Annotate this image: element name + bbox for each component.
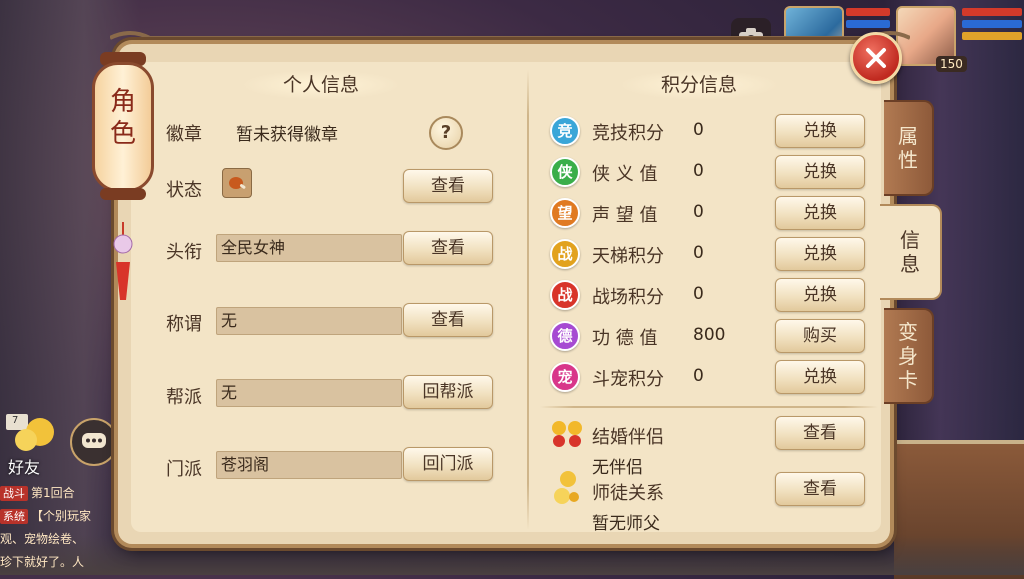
close-button[interactable] [850, 32, 902, 84]
hero-mp-bar [962, 20, 1022, 28]
hero-hp-bar [962, 8, 1022, 16]
tab-info[interactable]: 信息 [880, 204, 942, 300]
badge-value: 暂未获得徽章 [236, 125, 338, 145]
points-row-value: 800 [693, 325, 726, 345]
guild-value: 无 [216, 379, 402, 407]
chat-text: 珍下就好了。人 [0, 555, 85, 569]
chat-text: 观、宠物绘卷、 [0, 532, 85, 546]
points-row-button[interactable]: 兑换 [775, 114, 865, 148]
return-guild-button[interactable]: 回帮派 [403, 375, 493, 409]
close-icon [866, 48, 886, 68]
points-row-button[interactable]: 兑换 [775, 360, 865, 394]
points-row-value: 0 [693, 366, 704, 386]
friend-label[interactable]: 好友 [8, 454, 40, 478]
points-row-icon: 侠 [550, 157, 580, 187]
points-row-button[interactable]: 兑换 [775, 278, 865, 312]
points-row-name: 斗宠积分 [592, 369, 664, 390]
points-row-value: 0 [693, 120, 704, 140]
marriage-icon [550, 419, 584, 453]
friend-avatar[interactable]: 7 [4, 410, 58, 454]
points-row-name: 战场积分 [592, 287, 664, 308]
mentor-view-button[interactable]: 查看 [775, 472, 865, 506]
marriage-value: 无伴侣 [592, 458, 643, 478]
chat-text: 【个别玩家 [31, 509, 92, 523]
tab-label: 变身卡 [898, 320, 918, 392]
points-row-value: 0 [693, 284, 704, 304]
lantern-base [100, 188, 146, 200]
marriage-view-button[interactable]: 查看 [775, 416, 865, 450]
lantern-char: 角 [109, 87, 136, 117]
points-row-value: 0 [693, 202, 704, 222]
title-label: 称谓 [166, 314, 202, 335]
tassel-icon [113, 222, 133, 300]
points-info-title: 积分信息 [619, 70, 779, 100]
points-row-name: 竞技积分 [592, 123, 664, 144]
points-row-button[interactable]: 兑换 [775, 237, 865, 271]
points-row-button[interactable]: 购买 [775, 319, 865, 353]
points-row-icon: 战 [550, 280, 580, 310]
pet-mp-bar [846, 20, 890, 28]
title-view-button[interactable]: 查看 [403, 303, 493, 337]
points-row-icon: 德 [550, 321, 580, 351]
column-divider [527, 70, 529, 530]
sect-label: 门派 [166, 459, 202, 480]
tab-attributes[interactable]: 属性 [884, 100, 934, 196]
status-view-button[interactable]: 查看 [403, 169, 493, 203]
chat-text: 第1回合 [31, 486, 75, 500]
mentor-value: 暂无师父 [592, 514, 660, 534]
drumstick-icon[interactable] [222, 168, 252, 198]
points-row-value: 0 [693, 161, 704, 181]
points-row-name: 功 德 值 [592, 328, 658, 349]
tab-label: 信息 [900, 228, 920, 276]
tab-label: 属性 [898, 124, 918, 172]
chat-tag: 系统 [0, 509, 28, 524]
title-value: 无 [216, 307, 402, 335]
points-row-icon: 战 [550, 239, 580, 269]
mentor-label: 师徒关系 [592, 483, 664, 504]
lantern-char: 色 [109, 119, 136, 149]
points-row-icon: 望 [550, 198, 580, 228]
mentor-icon [552, 470, 584, 510]
points-row-name: 声 望 值 [592, 205, 658, 226]
personal-info-title: 个人信息 [241, 70, 401, 100]
help-icon[interactable]: ? [429, 116, 463, 150]
hero-rage-bar [962, 32, 1022, 40]
marriage-label: 结婚伴侣 [592, 427, 664, 448]
rank-value: 全民女神 [216, 234, 402, 262]
points-row-icon: 宠 [550, 362, 580, 392]
lantern-title: 角 色 [92, 86, 154, 150]
tab-transform-card[interactable]: 变身卡 [884, 308, 934, 404]
status-label: 状态 [166, 180, 202, 201]
chat-log-line: 珍下就好了。人 [0, 551, 140, 574]
points-row-name: 侠 义 值 [592, 164, 658, 185]
points-row-name: 天梯积分 [592, 246, 664, 267]
points-row-button[interactable]: 兑换 [775, 155, 865, 189]
return-sect-button[interactable]: 回门派 [403, 447, 493, 481]
points-row-icon: 竞 [550, 116, 580, 146]
friend-badge: 7 [12, 415, 19, 426]
pet-hp-bar [846, 8, 890, 16]
guild-label: 帮派 [166, 387, 202, 408]
rank-label: 头衔 [166, 242, 202, 263]
rank-view-button[interactable]: 查看 [403, 231, 493, 265]
points-row-value: 0 [693, 243, 704, 263]
badge-label: 徽章 [166, 124, 202, 145]
hero-level: 150 [936, 56, 967, 72]
sect-value: 苍羽阁 [216, 451, 402, 479]
chat-tag: 战斗 [0, 486, 28, 501]
points-row-button[interactable]: 兑换 [775, 196, 865, 230]
chat-icon[interactable] [70, 418, 118, 466]
row-divider [540, 406, 878, 408]
